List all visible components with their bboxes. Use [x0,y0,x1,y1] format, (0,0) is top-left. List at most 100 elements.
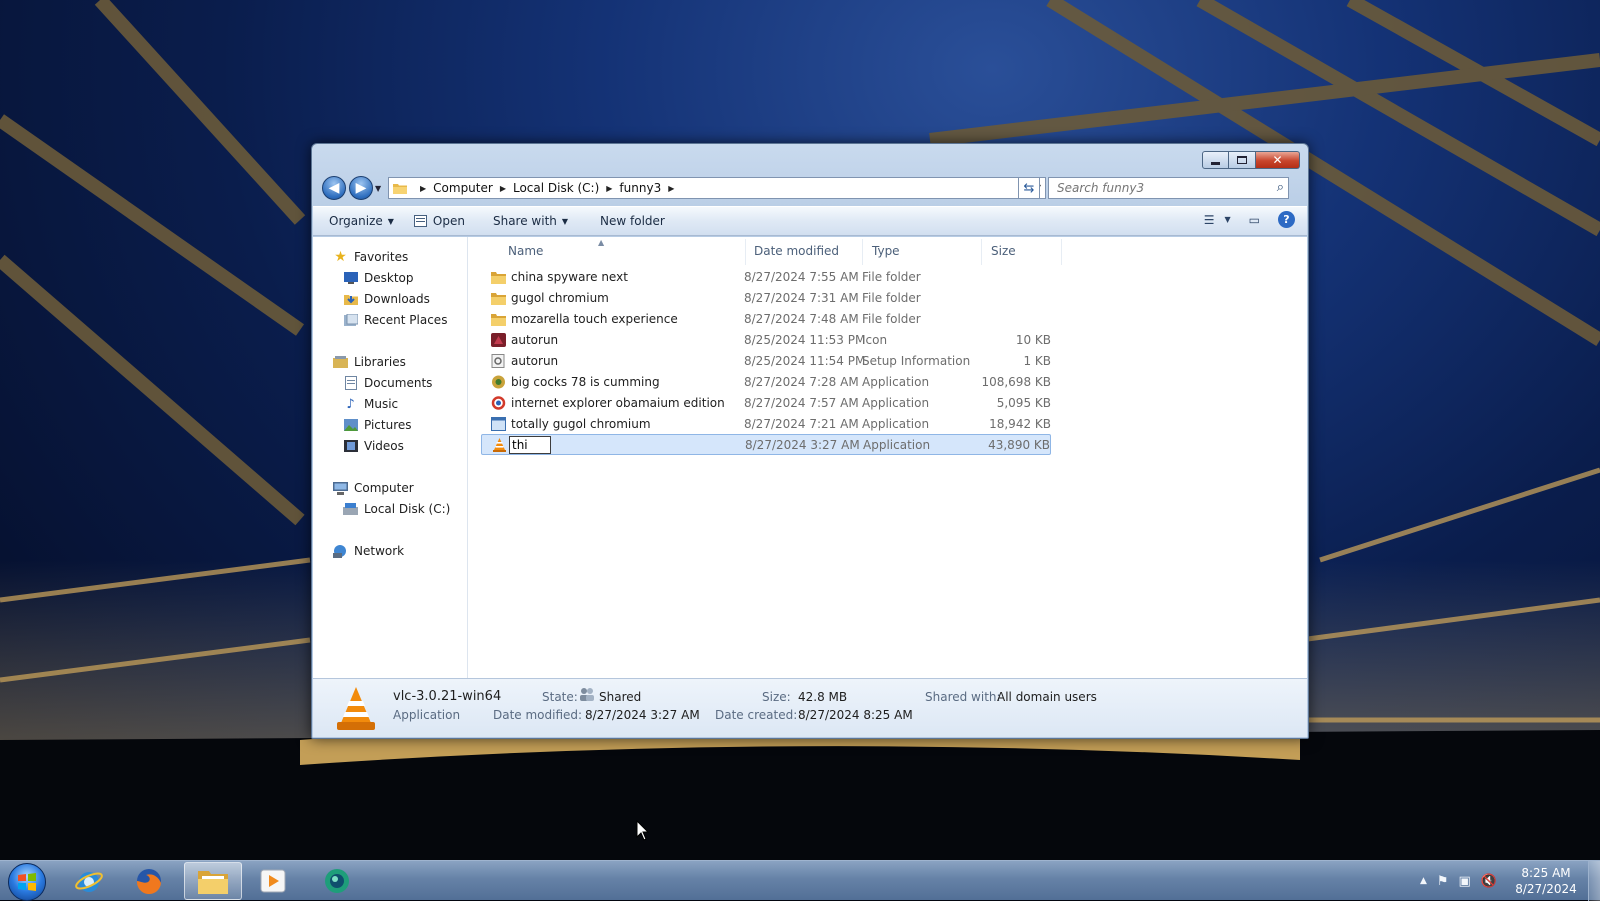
details-shared-with-label: Shared with: [925,690,1001,704]
nav-libraries[interactable]: Libraries [333,355,406,369]
installer-icon [492,375,505,389]
nav-computer[interactable]: Computer [333,481,414,495]
open-button[interactable]: Open [404,209,475,233]
volume-muted-icon[interactable]: 🔇 [1481,874,1497,889]
breadcrumb-computer[interactable]: Computer [433,181,493,195]
forward-button[interactable]: ▶ [349,176,373,200]
help-icon[interactable]: ? [1278,211,1295,228]
new-folder-button[interactable]: New folder [590,209,675,233]
nav-music-label: Music [364,397,399,411]
file-list[interactable]: ▲ Name Date modified Type Size china spy… [481,237,1307,678]
file-row[interactable]: gugol chromium 8/27/2024 7:31 AM File fo… [481,288,1051,309]
network-status-icon[interactable]: ▣ [1459,874,1471,889]
breadcrumb-arrow-icon[interactable]: ▶ [668,184,674,193]
file-row-selected[interactable]: 8/27/2024 3:27 AM Application 43,890 KB [481,434,1051,455]
breadcrumb-local-disk[interactable]: Local Disk (C:) [513,181,599,195]
organize-button[interactable]: Organize ▼ [319,209,404,233]
downloads-icon [343,292,358,306]
file-size: 18,942 KB [989,417,1051,431]
action-center-flag-icon[interactable]: ⚑ [1437,874,1449,889]
column-header-date-modified[interactable]: Date modified [754,244,839,258]
column-header-name[interactable]: Name [508,244,543,258]
close-button[interactable]: ✕ [1256,151,1300,169]
file-row[interactable]: mozarella touch experience 8/27/2024 7:4… [481,309,1051,330]
nav-network[interactable]: Network [333,544,404,558]
file-type: File folder [862,312,921,326]
file-row[interactable]: autorun 8/25/2024 11:53 PM Icon 10 KB [481,330,1051,351]
column-header-type[interactable]: Type [872,244,900,258]
refresh-button[interactable]: ⇆ [1018,177,1040,199]
nav-pictures-label: Pictures [364,418,412,432]
computer-icon [333,481,348,495]
address-bar[interactable]: ▶ Computer ▶ Local Disk (C:) ▶ funny3 ▶ … [388,177,1046,199]
preview-pane-button[interactable]: ▭ [1249,213,1260,227]
details-modified-label: Date modified: [493,708,583,722]
file-size: 43,890 KB [988,438,1050,452]
recent-places-icon [343,313,358,327]
file-date: 8/27/2024 3:27 AM [745,438,860,452]
back-button[interactable]: ◀ [322,176,346,200]
taskbar-firefox[interactable] [120,862,178,900]
breadcrumb-funny3[interactable]: funny3 [619,181,661,195]
file-type: Application [862,396,930,410]
change-view-button[interactable]: ☰ ▼ [1204,213,1231,227]
new-folder-label: New folder [600,214,665,228]
column-divider[interactable] [981,239,982,265]
file-row[interactable]: autorun 8/25/2024 11:54 PM Setup Informa… [481,351,1051,372]
file-row[interactable]: china spyware next 8/27/2024 7:55 AM Fil… [481,267,1051,288]
nav-recent-places[interactable]: Recent Places [343,313,447,327]
maximize-icon [1237,156,1247,164]
nav-favorites[interactable]: ★ Favorites [333,249,408,265]
file-row[interactable]: totally gugol chromium 8/27/2024 7:21 AM… [481,414,1051,435]
search-box[interactable]: ⌕ [1048,177,1289,199]
details-created-label: Date created: [715,708,798,722]
nav-downloads[interactable]: Downloads [343,292,430,306]
taskbar-windows-explorer[interactable] [184,862,242,900]
details-created-value: 8/27/2024 8:25 AM [798,708,913,722]
search-input[interactable] [1055,180,1255,196]
clock[interactable]: 8:25 AM 8/27/2024 [1510,865,1582,897]
chevron-down-icon: ▼ [387,216,394,226]
window-controls: ✕ [1202,151,1300,169]
column-header-size[interactable]: Size [991,244,1016,258]
nav-videos[interactable]: Videos [343,439,404,453]
file-row[interactable]: big cocks 78 is cumming 8/27/2024 7:28 A… [481,372,1051,393]
show-desktop-button[interactable] [1588,861,1600,901]
column-divider[interactable] [1061,239,1062,265]
file-date: 8/27/2024 7:21 AM [744,417,859,431]
command-bar: Organize ▼ Open Share with ▼ New folder ☰ ▼… [313,206,1307,236]
file-size: 108,698 KB [981,375,1051,389]
details-file-name: vlc-3.0.21-win64 [393,689,502,704]
minimize-button[interactable] [1202,151,1229,169]
recent-pages-dropdown[interactable]: ▼ [375,184,381,193]
nav-desktop-label: Desktop [364,271,414,285]
arrow-right-icon: ▶ [355,180,367,196]
maximize-button[interactable] [1229,151,1256,169]
nav-pictures[interactable]: Pictures [343,418,412,432]
share-with-button[interactable]: Share with ▼ [483,209,578,233]
show-hidden-icons-button[interactable]: ▲ [1420,876,1427,886]
close-icon: ✕ [1272,153,1283,167]
file-type: File folder [862,291,921,305]
start-button[interactable] [8,863,46,901]
folder-icon [491,293,506,305]
nav-documents[interactable]: Documents [343,376,432,390]
breadcrumb-arrow-icon[interactable]: ▶ [500,184,506,193]
breadcrumb-arrow-icon[interactable]: ▶ [606,184,612,193]
nav-desktop[interactable]: Desktop [343,271,414,285]
file-name: mozarella touch experience [511,312,678,326]
column-divider[interactable] [862,239,863,265]
taskbar-internet-explorer[interactable] [60,862,118,900]
rename-input[interactable] [509,436,551,454]
taskbar-app-globe[interactable] [308,862,366,900]
explorer-window[interactable]: ✕ ◀ ▶ ▼ ▶ Computer ▶ Local Disk (C:) ▶ f… [311,143,1309,739]
mouse-cursor-icon [636,820,650,841]
column-divider[interactable] [745,239,746,265]
file-name: internet explorer obamaium edition [511,396,725,410]
nav-local-disk[interactable]: Local Disk (C:) [322,500,480,522]
taskbar-media-player[interactable] [244,862,302,900]
navigation-pane[interactable]: ★ Favorites Desktop Downloads Recent Plac… [313,237,480,678]
file-name: big cocks 78 is cumming [511,375,660,389]
nav-music[interactable]: ♪ Music [343,397,399,412]
file-row[interactable]: internet explorer obamaium edition 8/27/… [481,393,1051,414]
